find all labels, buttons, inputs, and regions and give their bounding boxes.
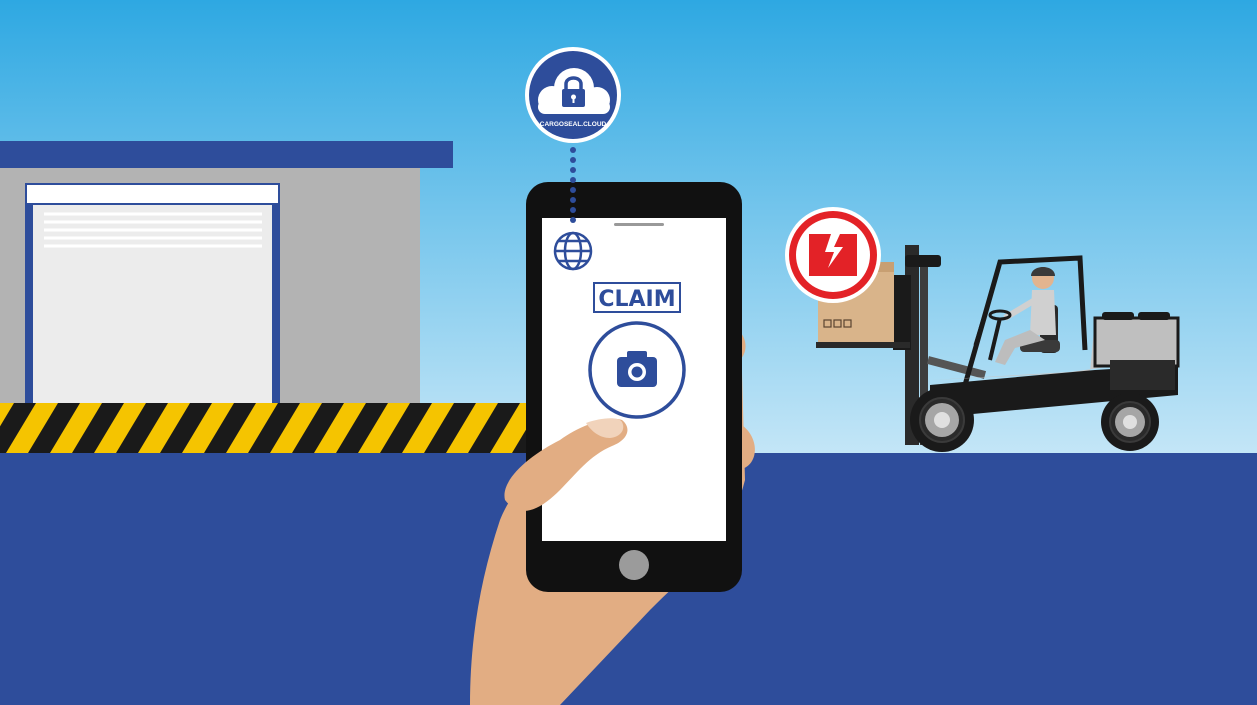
cloud-lock-badge	[525, 47, 621, 143]
hazard-stripes	[0, 403, 530, 453]
damaged-package-icon	[809, 234, 857, 276]
home-button[interactable]	[619, 550, 649, 580]
phone-speaker	[614, 223, 664, 226]
alert-badge	[785, 207, 881, 303]
brand-label: CARGOSEAL.CLOUD	[540, 121, 607, 128]
front-wheel	[910, 388, 974, 452]
rear-wheel	[1101, 393, 1159, 451]
warehouse	[0, 141, 453, 405]
warehouse-roof	[0, 141, 453, 168]
claim-label: CLAIM	[598, 287, 675, 312]
shutter-header	[27, 185, 278, 203]
shutter-door	[33, 205, 272, 405]
camera-button[interactable]	[588, 321, 686, 419]
illustration-scene: CLAIM CARGOSEAL.CLOUD	[0, 0, 1257, 705]
